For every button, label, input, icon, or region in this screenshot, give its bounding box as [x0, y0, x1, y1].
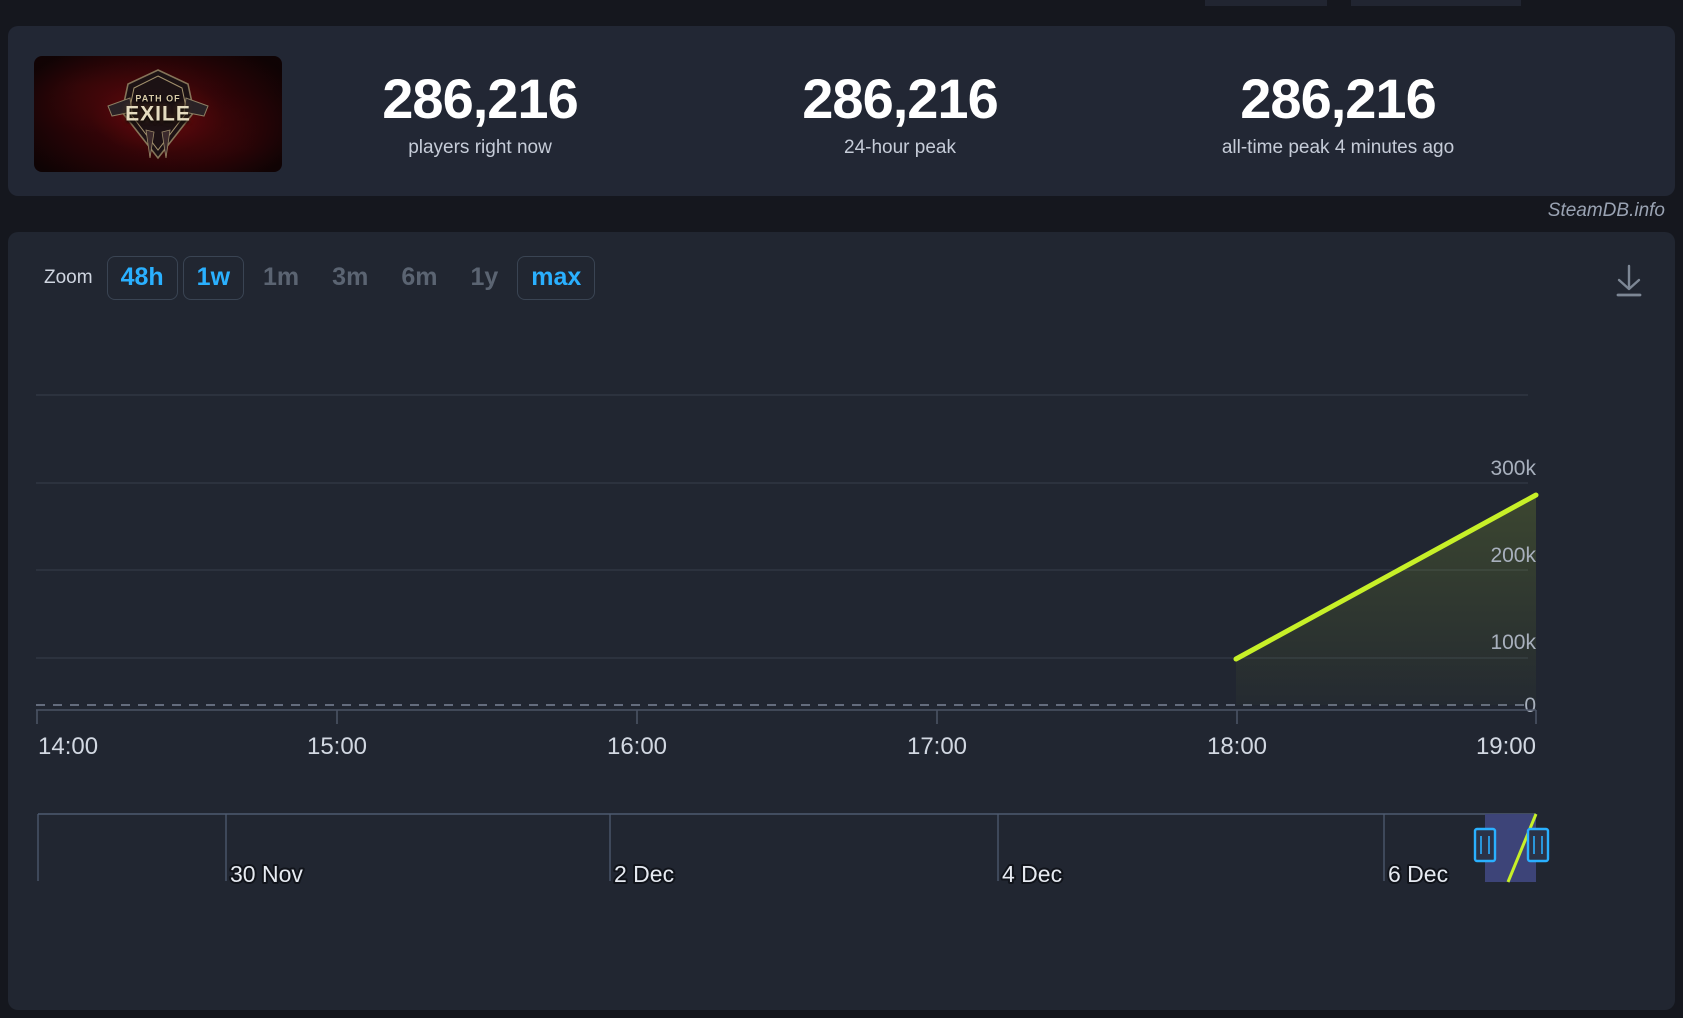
player-count-header: PATH OF EXILE 286,216 players right now … [8, 26, 1675, 196]
browser-tab-stub[interactable] [1351, 0, 1521, 6]
range-button-6m[interactable]: 6m [387, 256, 451, 300]
range-button-1m[interactable]: 1m [249, 256, 313, 300]
players-area-fill [1236, 495, 1536, 705]
y-tick-0: 0 [1524, 694, 1536, 717]
x-tick-1900: 19:00 [1476, 733, 1536, 760]
download-icon[interactable] [1607, 258, 1651, 302]
zoom-label: Zoom [44, 266, 93, 288]
range-button-1y[interactable]: 1y [456, 256, 512, 300]
nav-tick-30nov: 30 Nov [230, 861, 303, 887]
nav-tick-4dec: 4 Dec [1002, 861, 1062, 887]
nav-tick-6dec: 6 Dec [1388, 861, 1448, 887]
stat-24-hour-peak: 286,216 24-hour peak [750, 67, 1050, 159]
navigator-axis-labels: 30 Nov 2 Dec 4 Dec 6 Dec [228, 859, 1450, 889]
y-tick-300k: 300k [1490, 457, 1536, 480]
navigator-handle-right[interactable] [1526, 827, 1550, 863]
stat-value: 286,216 [802, 67, 998, 130]
stat-label: all-time peak 4 minutes ago [1221, 136, 1455, 158]
x-axis-labels: 14:00 15:00 16:00 17:00 18:00 19:00 [38, 733, 1536, 760]
navigator-handle-left[interactable] [1473, 827, 1497, 863]
x-tick-1700: 17:00 [907, 733, 967, 760]
zoom-range-selector: Zoom 48h 1w 1m 3m 6m 1y max [44, 256, 600, 300]
game-capsule-image[interactable]: PATH OF EXILE [34, 56, 282, 172]
y-gridlines [36, 394, 1528, 659]
steamdb-watermark: SteamDB.info [1547, 200, 1665, 221]
x-axis [36, 709, 1537, 724]
range-button-1w[interactable]: 1w [182, 256, 245, 300]
range-button-3m[interactable]: 3m [318, 256, 382, 300]
navigator[interactable]: 30 Nov 2 Dec 4 Dec 6 Dec [37, 813, 1550, 889]
player-count-chart-panel: Zoom 48h 1w 1m 3m 6m 1y max 300k 200k 10… [8, 232, 1675, 1010]
stat-players-right-now: 286,216 players right now [330, 67, 630, 159]
browser-tab-stub[interactable] [1205, 0, 1327, 6]
stat-label: players right now [408, 136, 552, 158]
game-title-art: PATH OF EXILE [125, 94, 191, 125]
stat-all-time-peak: 286,216 all-time peak 4 minutes ago [1128, 67, 1548, 159]
stat-value: 286,216 [1240, 67, 1436, 130]
y-tick-100k: 100k [1490, 631, 1536, 654]
steamdb-charts-page: PATH OF EXILE 286,216 players right now … [0, 0, 1683, 1018]
x-tick-1500: 15:00 [307, 733, 367, 760]
game-title-line2: EXILE [125, 102, 191, 126]
highcharts-svg: 300k 200k 100k 0 14:00 15:00 16:00 17:00… [36, 394, 1550, 889]
x-tick-1400: 14:00 [38, 733, 98, 760]
x-tick-1800: 18:00 [1207, 733, 1267, 760]
y-tick-200k: 200k [1490, 544, 1536, 567]
stat-label: 24-hour peak [844, 136, 956, 158]
range-button-48h[interactable]: 48h [106, 256, 178, 300]
nav-tick-2dec: 2 Dec [614, 861, 674, 887]
chart-plot-area[interactable]: 300k 200k 100k 0 14:00 15:00 16:00 17:00… [8, 316, 1675, 920]
stat-value: 286,216 [382, 67, 578, 130]
x-tick-1600: 16:00 [607, 733, 667, 760]
range-button-max[interactable]: max [517, 256, 596, 300]
